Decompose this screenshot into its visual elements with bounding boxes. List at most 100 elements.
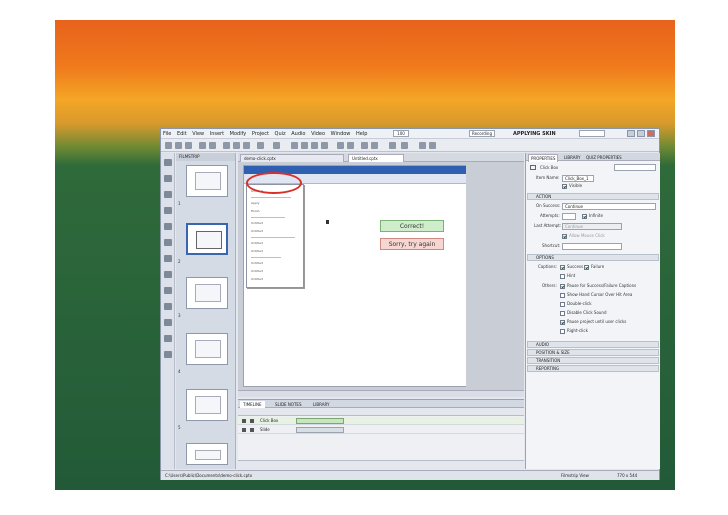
stage-scrollbar[interactable] <box>238 390 524 397</box>
click-box-highlight[interactable] <box>246 172 302 194</box>
menu-modify[interactable]: Modify <box>228 129 249 139</box>
text-entry-icon[interactable] <box>321 142 328 149</box>
eye-icon[interactable] <box>242 419 246 423</box>
slide-thumb-4[interactable] <box>186 333 228 365</box>
maximize-button[interactable] <box>637 130 645 137</box>
slide-thumb-6[interactable] <box>186 443 228 465</box>
clickbox-tool-icon[interactable] <box>164 239 172 246</box>
animation-tool-icon[interactable] <box>164 351 172 358</box>
tab-untitled[interactable]: Untitled.cptx <box>348 154 404 162</box>
lock-icon[interactable] <box>250 419 254 423</box>
mode-dropdown[interactable]: Recording <box>469 130 495 137</box>
tab-timeline[interactable]: TIMELINE <box>240 401 265 408</box>
paste-icon[interactable] <box>243 142 250 149</box>
menu-quiz[interactable]: Quiz <box>273 129 288 139</box>
cut-icon[interactable] <box>223 142 230 149</box>
tab-library[interactable]: LIBRARY <box>310 401 332 408</box>
menu-project[interactable]: Project <box>250 129 271 139</box>
copy-icon[interactable] <box>233 142 240 149</box>
eye-icon[interactable] <box>242 428 246 432</box>
infinite-checkbox[interactable] <box>582 214 587 219</box>
click-box-icon[interactable] <box>311 142 318 149</box>
menu-video[interactable]: Video <box>309 129 327 139</box>
distribute-icon[interactable] <box>429 142 436 149</box>
attempts-input[interactable] <box>562 213 576 220</box>
rollover-tool-icon[interactable] <box>164 287 172 294</box>
timeline-row[interactable]: Slide <box>238 426 524 434</box>
section-position-size[interactable]: POSITION & SIZE <box>527 349 659 356</box>
menu-audio[interactable]: Audio <box>289 129 307 139</box>
menu-help[interactable]: Help <box>354 129 369 139</box>
pause-project-checkbox[interactable] <box>560 320 565 325</box>
search-field[interactable] <box>579 130 605 137</box>
slide-thumb-2[interactable] <box>186 223 228 255</box>
minimize-button[interactable] <box>627 130 635 137</box>
menu-insert[interactable]: Insert <box>208 129 226 139</box>
timeline-bar[interactable] <box>296 418 344 424</box>
menu-window[interactable]: Window <box>329 129 353 139</box>
line-tool-icon[interactable] <box>164 303 172 310</box>
open-icon[interactable] <box>175 142 182 149</box>
lock-icon[interactable] <box>250 428 254 432</box>
highlight-tool-icon[interactable] <box>164 223 172 230</box>
save-icon[interactable] <box>185 142 192 149</box>
failure-caption[interactable]: Sorry, try again <box>380 238 444 250</box>
disable-sound-checkbox[interactable] <box>560 311 565 316</box>
slide-canvas[interactable]: Untitled Apply Finish Untitled Untitled … <box>243 165 471 387</box>
shortcut-input[interactable] <box>562 243 622 250</box>
timeline-row[interactable]: Click Box <box>238 417 524 425</box>
text-tool-icon[interactable] <box>164 191 172 198</box>
shape-tool-icon[interactable] <box>164 207 172 214</box>
allow-mouse-checkbox[interactable] <box>562 234 567 239</box>
section-action[interactable]: ACTION <box>527 193 659 200</box>
hand-cursor-checkbox[interactable] <box>560 293 565 298</box>
section-audio[interactable]: AUDIO <box>527 341 659 348</box>
rectangle-tool-icon[interactable] <box>164 319 172 326</box>
redo-icon[interactable] <box>209 142 216 149</box>
double-click-checkbox[interactable] <box>560 302 565 307</box>
zoom-field[interactable]: 100 <box>393 130 409 137</box>
text-caption-icon[interactable] <box>291 142 298 149</box>
visible-checkbox[interactable] <box>562 184 567 189</box>
success-caption[interactable]: Correct! <box>380 220 444 232</box>
on-success-dropdown[interactable]: Continue <box>562 203 656 210</box>
tab-quiz-properties[interactable]: QUIZ PROPERTIES <box>584 154 624 161</box>
timeline-bar[interactable] <box>296 427 344 433</box>
pause-captions-checkbox[interactable] <box>560 284 565 289</box>
image-tool-icon[interactable] <box>164 335 172 342</box>
publish-icon[interactable] <box>401 142 408 149</box>
slide-thumb-1[interactable] <box>186 165 228 197</box>
record-icon[interactable] <box>273 142 280 149</box>
selection-tool-icon[interactable] <box>164 159 172 166</box>
section-reporting[interactable]: REPORTING <box>527 365 659 372</box>
section-transition[interactable]: TRANSITION <box>527 357 659 364</box>
workspace-switcher[interactable]: APPLYING SKIN <box>513 129 556 139</box>
new-icon[interactable] <box>165 142 172 149</box>
tab-library[interactable]: LIBRARY <box>562 154 582 161</box>
tab-properties[interactable]: PROPERTIES <box>528 154 559 162</box>
last-attempt-dropdown[interactable]: Continue <box>562 223 622 230</box>
section-options[interactable]: OPTIONS <box>527 254 659 261</box>
menu-view[interactable]: View <box>190 129 206 139</box>
button-tool-icon[interactable] <box>164 255 172 262</box>
undo-icon[interactable] <box>199 142 206 149</box>
highlight-box-icon[interactable] <box>301 142 308 149</box>
image-icon[interactable] <box>337 142 344 149</box>
menu-edit[interactable]: Edit <box>175 129 189 139</box>
video-icon[interactable] <box>371 142 378 149</box>
delete-icon[interactable] <box>257 142 264 149</box>
tab-demo-click[interactable]: demo-click.cptx <box>240 154 344 162</box>
slide-thumb-5[interactable] <box>186 389 228 421</box>
right-click-checkbox[interactable] <box>560 329 565 334</box>
hand-tool-icon[interactable] <box>164 175 172 182</box>
preview-icon[interactable] <box>389 142 396 149</box>
slide-thumb-3[interactable] <box>186 277 228 309</box>
tab-slide-notes[interactable]: SLIDE NOTES <box>272 401 304 408</box>
style-dropdown[interactable] <box>614 164 656 171</box>
zoom-tool-icon[interactable] <box>164 271 172 278</box>
hint-checkbox[interactable] <box>560 274 565 279</box>
failure-checkbox[interactable] <box>584 265 589 270</box>
animation-icon[interactable] <box>347 142 354 149</box>
success-checkbox[interactable] <box>560 265 565 270</box>
item-name-input[interactable]: Click_Box_1 <box>562 175 594 182</box>
